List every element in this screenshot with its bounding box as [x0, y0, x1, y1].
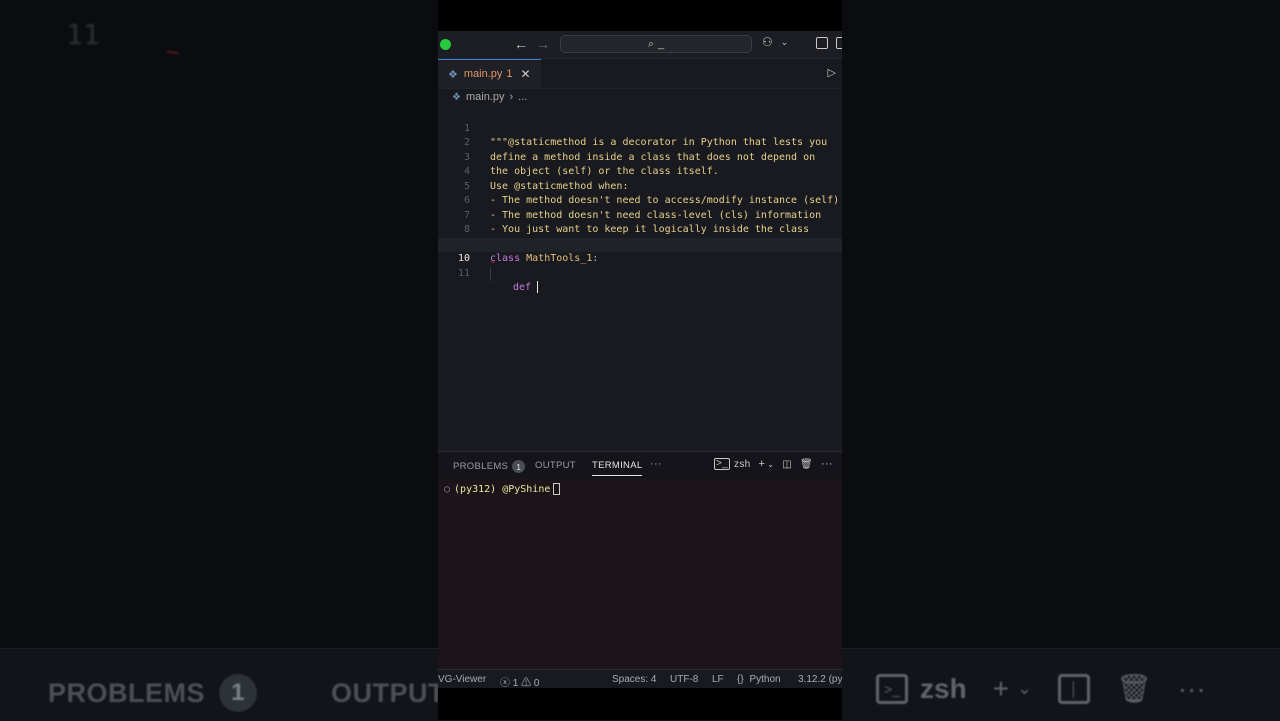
panel-more-icon[interactable]: ··· [650, 458, 662, 470]
tab-filename: main.py [463, 68, 503, 80]
status-viewer[interactable]: VG-Viewer [438, 674, 486, 685]
chevron-down-icon: ⌄ [780, 36, 789, 47]
panel-tabs: PROBLEMS 1 OUTPUT TERMINAL ··· >_ zsh + ⌄… [438, 452, 842, 478]
status-eol[interactable]: LF [712, 674, 724, 685]
status-python-version[interactable]: 3.12.2 (py [798, 674, 842, 685]
blurred-more-icon: ··· [1177, 672, 1206, 704]
error-squiggle[interactable]: ~ [490, 256, 495, 271]
code-line: 1 """@staticmethod is a decorator in Pyt… [438, 107, 842, 149]
status-encoding[interactable]: UTF-8 [670, 674, 698, 685]
more-actions-icon[interactable]: ··· [821, 458, 833, 470]
error-count: 1 [512, 678, 519, 688]
title-bar: ← → ⌕ _ ⚇ ⌄ [438, 31, 842, 59]
code-line: 5 - The method doesn't need to access/mo… [438, 165, 842, 207]
warning-count: 0 [533, 678, 540, 688]
code-line: 11 ~ [438, 252, 842, 279]
language-label: Python [749, 674, 781, 685]
text-cursor [537, 281, 539, 293]
braces-icon: {} [737, 674, 744, 685]
editor-tab-bar: ❖ main.py 1 ✕ ▷ [438, 59, 842, 89]
status-problems[interactable]: ⓧ 1 ⚠ 0 [500, 674, 539, 688]
search-text: _ [658, 38, 665, 50]
keyword-def: def [513, 282, 532, 293]
code-editor[interactable]: 1 """@staticmethod is a decorator in Pyt… [438, 105, 842, 451]
problems-badge: 1 [512, 460, 526, 473]
blurred-problems-label: PROBLEMS [48, 677, 206, 708]
vscode-window: ← → ⌕ _ ⚇ ⌄ ❖ main.py 1 ✕ ▷ ❖ main.py › … [438, 31, 842, 688]
python-file-icon: ❖ [448, 68, 458, 81]
split-terminal-icon[interactable]: ◫ [782, 459, 792, 470]
command-center-search[interactable]: ⌕ _ [560, 35, 752, 53]
blurred-trash-icon: 🗑 [1116, 673, 1152, 704]
copilot-menu[interactable]: ⚇ ⌄ [762, 35, 788, 49]
blurred-line-number: 11 [66, 18, 100, 51]
blurred-squiggle: ~ [166, 40, 179, 65]
terminal-icon: >_ [714, 458, 731, 470]
panel-actions: >_ zsh + ⌄ ◫ 🗑 ··· [714, 458, 833, 470]
code-line: 6 - The method doesn't need class-level … [438, 180, 842, 221]
tab-problems[interactable]: PROBLEMS 1 [453, 460, 526, 473]
code-line-active: 10 def [438, 237, 842, 293]
terminal-prompt: ○ (py312) @PyShine [444, 483, 561, 495]
blurred-chevron-down-icon: ⌄ [1017, 678, 1033, 698]
new-terminal-icon[interactable]: + [758, 458, 765, 470]
blurred-terminal-icon: >_ [876, 673, 908, 704]
blurred-problems-badge: 1 [219, 674, 258, 712]
status-bar: VG-Viewer ⓧ 1 ⚠ 0 Spaces: 4 UTF-8 LF {} … [438, 669, 842, 688]
tab-main-py[interactable]: ❖ main.py 1 ✕ [438, 59, 541, 88]
chevron-right-icon: › [509, 91, 514, 103]
trash-icon[interactable]: 🗑 [800, 459, 813, 470]
line-text: def [513, 281, 539, 296]
code-line: 9 class MathTools_1: [438, 223, 842, 265]
tab-problems-count: 1 [506, 68, 513, 80]
blurred-panel-actions: >_ zsh + ⌄ │ 🗑 ··· [876, 672, 1206, 705]
code-line: 4 Use @staticmethod when: [438, 151, 842, 192]
terminal-cursor [553, 483, 561, 495]
blurred-shell-label: zsh [920, 672, 967, 704]
terminal[interactable]: ○ (py312) @PyShine [438, 478, 842, 670]
window-zoom-button[interactable] [440, 39, 451, 50]
code-line: 7 - You just want to keep it logically i… [438, 194, 842, 236]
tab-output[interactable]: OUTPUT [535, 460, 576, 471]
warning-icon: ⚠ [521, 678, 532, 688]
app-frame: ← → ⌕ _ ⚇ ⌄ ❖ main.py 1 ✕ ▷ ❖ main.py › … [438, 0, 842, 720]
search-icon: ⌕ [647, 37, 655, 50]
forward-arrow-icon[interactable]: → [536, 36, 550, 52]
code-line: 3 the object (self) or the class itself. [438, 136, 842, 178]
bottom-panel: PROBLEMS 1 OUTPUT TERMINAL ··· >_ zsh + ⌄… [438, 451, 842, 670]
line-number: 11 [457, 267, 470, 279]
tab-terminal[interactable]: TERMINAL [592, 460, 643, 476]
blurred-split-icon: │ [1058, 673, 1091, 704]
error-icon: ⓧ [500, 678, 510, 688]
toggle-panel-icon[interactable] [816, 37, 828, 49]
breadcrumb-more[interactable]: ... [518, 91, 527, 103]
toggle-sidebar-icon[interactable] [836, 37, 842, 49]
blurred-output-label: OUTPUT [331, 677, 446, 708]
blurred-editor-fragment: 11 ~ [0, 0, 438, 120]
breadcrumb-file[interactable]: main.py [466, 91, 505, 103]
prompt-status-icon: ○ [444, 484, 451, 495]
code-line: 8 """ [438, 209, 842, 250]
tab-problems-label: PROBLEMS [453, 461, 509, 473]
prompt-text: (py312) @PyShine [454, 484, 551, 495]
close-icon[interactable]: ✕ [521, 67, 531, 81]
status-language[interactable]: {} Python [737, 674, 781, 685]
blurred-panel-tabs: PROBLEMS 1 OUTPUT [48, 674, 445, 712]
run-icon[interactable]: ▷ [828, 66, 836, 79]
back-arrow-icon[interactable]: ← [514, 36, 528, 52]
blurred-plus-icon: + [992, 672, 1010, 704]
status-indentation[interactable]: Spaces: 4 [612, 674, 656, 685]
chevron-down-icon[interactable]: ⌄ [767, 460, 774, 469]
code-line: 2 define a method inside a class that do… [438, 122, 842, 163]
python-file-icon: ❖ [452, 91, 461, 103]
breadcrumb: ❖ main.py › ... [438, 89, 842, 105]
copilot-icon: ⚇ [762, 35, 773, 49]
shell-label[interactable]: zsh [734, 459, 750, 470]
